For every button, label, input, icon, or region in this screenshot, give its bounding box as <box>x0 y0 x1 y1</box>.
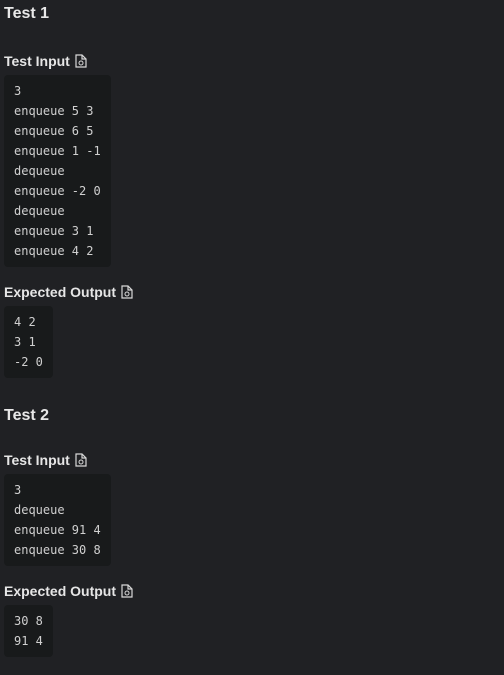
test-cases-page: Test 1 Test Input 3 enqueue 5 3 enqueue 6 … <box>0 0 504 675</box>
copy-file-icon[interactable] <box>121 584 133 598</box>
code-line: enqueue 30 8 <box>14 543 101 557</box>
expected-output-code-block: 4 2 3 1 -2 0 <box>4 306 53 378</box>
code-line: enqueue 91 4 <box>14 523 101 537</box>
code-line: dequeue <box>14 164 65 178</box>
test-title: Test 1 <box>4 5 50 22</box>
code-line: dequeue <box>14 204 65 218</box>
copy-file-icon[interactable] <box>121 285 133 299</box>
test-input-label: Test Input <box>4 452 70 468</box>
test-input-label: Test Input <box>4 53 70 69</box>
code-line: 91 4 <box>14 634 43 648</box>
code-line: 3 <box>14 483 22 497</box>
test-case-1: Test 1 Test Input 3 enqueue 5 3 enqueue 6 … <box>4 4 500 378</box>
test-input-code-block: 3 enqueue 5 3 enqueue 6 5 enqueue 1 -1 deque… <box>4 75 111 267</box>
expected-output-heading: Expected Output <box>4 283 500 301</box>
copy-file-icon[interactable] <box>75 453 87 467</box>
test-input-heading: Test Input <box>4 451 500 469</box>
expected-output-heading: Expected Output <box>4 582 500 600</box>
test-title: Test 2 <box>4 407 50 424</box>
test-input-heading: Test Input <box>4 52 500 70</box>
code-line: enqueue 3 1 <box>14 224 94 238</box>
code-line: enqueue 4 2 <box>14 244 94 258</box>
code-line: 30 8 <box>14 614 43 628</box>
code-line: dequeue <box>14 503 65 517</box>
test-case-2: Test 2 Test Input 3 dequeue enqueue 91 4 en… <box>4 406 500 657</box>
code-line: enqueue -2 0 <box>14 184 101 198</box>
code-line: 3 <box>14 84 22 98</box>
expected-output-label: Expected Output <box>4 583 117 599</box>
expected-output-label: Expected Output <box>4 284 117 300</box>
test-input-code-block: 3 dequeue enqueue 91 4 enqueue 30 8 <box>4 474 111 566</box>
code-line: -2 0 <box>14 355 43 369</box>
copy-file-icon[interactable] <box>75 54 87 68</box>
code-line: enqueue 1 -1 <box>14 144 101 158</box>
code-line: enqueue 5 3 <box>14 104 94 118</box>
expected-output-code-block: 30 8 91 4 <box>4 605 53 657</box>
code-line: 3 1 <box>14 335 36 349</box>
code-line: 4 2 <box>14 315 36 329</box>
code-line: enqueue 6 5 <box>14 124 94 138</box>
